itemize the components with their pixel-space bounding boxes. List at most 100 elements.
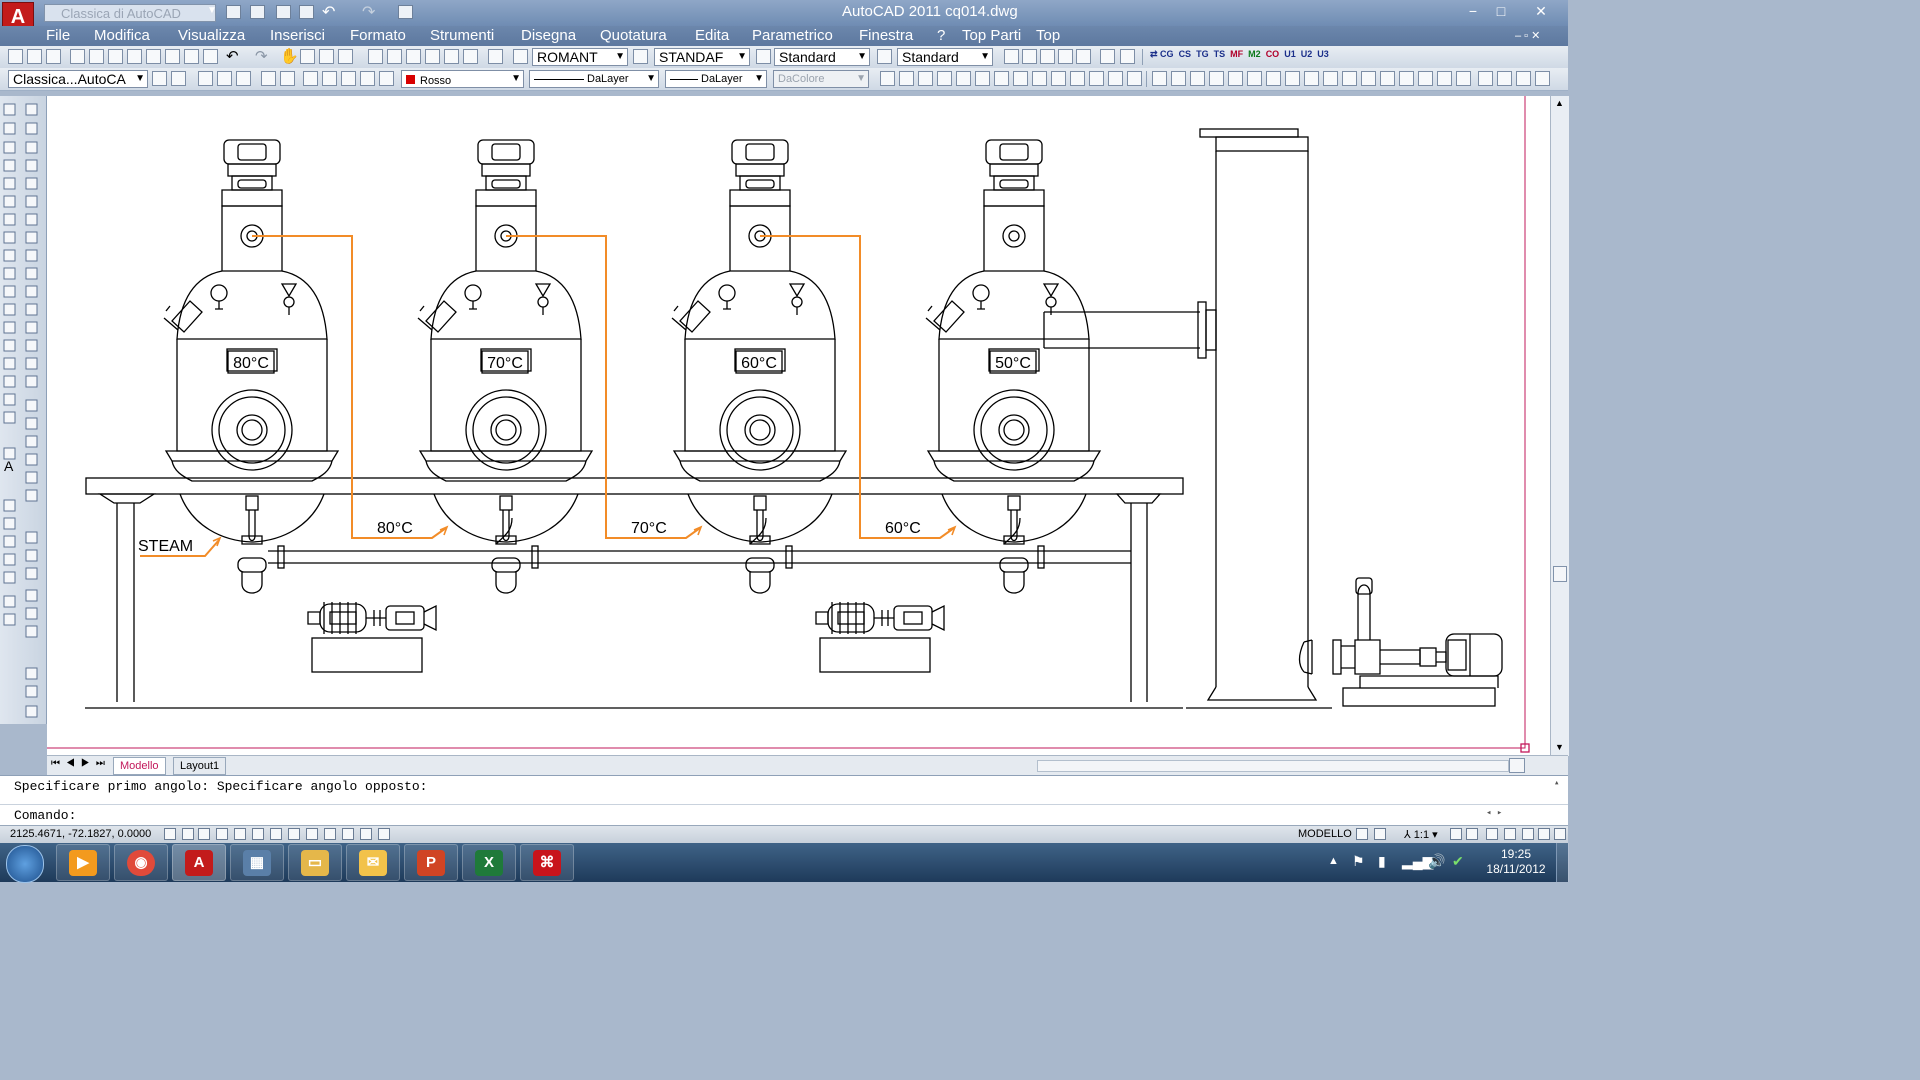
tab-navigation-arrows[interactable]: ⏮◀▶⏭ <box>51 758 111 769</box>
quickcalc-icon[interactable] <box>463 49 478 64</box>
publish-icon[interactable] <box>108 49 123 64</box>
cmd-u1[interactable]: U1 <box>1284 49 1296 59</box>
mdi-controls[interactable]: – ▫ ✕ <box>1515 29 1540 42</box>
view-icon-7[interactable] <box>1120 49 1135 64</box>
start-button-icon[interactable] <box>6 845 44 883</box>
open-icon[interactable] <box>27 49 42 64</box>
redo-icon[interactable]: ↷ <box>362 2 375 22</box>
modify-icon-6[interactable] <box>975 71 990 86</box>
paste-icon[interactable] <box>165 49 180 64</box>
action-center-flag-icon[interactable]: ⚑ <box>1352 853 1365 870</box>
cmd-ts[interactable]: TS <box>1214 49 1226 59</box>
modify-icon-2[interactable] <box>899 71 914 86</box>
sync-icon[interactable]: ✔ <box>1452 853 1464 870</box>
snap-icon-17[interactable] <box>1456 71 1471 86</box>
lineweight-toggle-icon[interactable] <box>342 828 354 840</box>
open-file-icon[interactable] <box>250 5 265 19</box>
workspace-combo[interactable]: Classica...AutoCA ▼ <box>8 70 148 88</box>
dim-style-icon[interactable] <box>633 49 648 64</box>
drawing-canvas[interactable]: 80°C 70°C 60°C 50°C 80°C 70°C 60°C STEAM <box>47 96 1551 756</box>
modify-icon-5[interactable] <box>956 71 971 86</box>
model-space-toggle[interactable]: MODELLO <box>1298 828 1352 840</box>
layer-icon-2[interactable] <box>217 71 232 86</box>
layout2-icon[interactable] <box>1374 828 1386 840</box>
menu-top-parti[interactable]: Top Parti <box>962 27 1021 44</box>
snap-icon-11[interactable] <box>1342 71 1357 86</box>
view-icon-6[interactable] <box>1100 49 1115 64</box>
layer-icon-5[interactable] <box>280 71 295 86</box>
modify-icon-14[interactable] <box>1127 71 1142 86</box>
pan-icon[interactable]: ✋ <box>280 47 299 65</box>
modify-icon-10[interactable] <box>1051 71 1066 86</box>
taskbar-acrobat[interactable]: ⌘ <box>520 844 574 881</box>
ortho-icon[interactable] <box>216 828 228 840</box>
cmd-m2[interactable]: M2 <box>1248 49 1261 59</box>
markup-icon[interactable] <box>444 49 459 64</box>
match-properties-icon[interactable] <box>184 49 199 64</box>
taskbar-excel[interactable]: X <box>462 844 516 881</box>
show-desktop-button[interactable] <box>1556 843 1569 882</box>
snap-icon-1[interactable] <box>1152 71 1167 86</box>
cmd-u2[interactable]: U2 <box>1301 49 1313 59</box>
layer-icon-7[interactable] <box>322 71 337 86</box>
toolbar-lock-icon[interactable] <box>1504 828 1516 840</box>
plotstyle-combo[interactable]: DaColore ▼ <box>773 70 869 88</box>
taskbar-autocad[interactable]: A <box>172 844 226 881</box>
table-style-icon[interactable] <box>756 49 771 64</box>
dim-style-combo[interactable]: STANDAF ▼ <box>654 48 750 66</box>
taskbar-outlook[interactable]: ✉ <box>346 844 400 881</box>
workspace-combo-quick[interactable]: Classica di AutoCAD <box>44 4 216 22</box>
snap-icon-4[interactable] <box>1209 71 1224 86</box>
cmd-co[interactable]: CO <box>1266 49 1280 59</box>
plot-icon[interactable] <box>398 5 413 19</box>
snap-icon-20[interactable] <box>1516 71 1531 86</box>
scroll-thumb[interactable] <box>1553 566 1567 582</box>
sheet-set-icon[interactable] <box>425 49 440 64</box>
menu-file[interactable]: File <box>46 27 70 44</box>
view-icon-2[interactable] <box>1022 49 1037 64</box>
zoom-window-icon[interactable] <box>319 49 334 64</box>
snap-icon-5[interactable] <box>1228 71 1243 86</box>
undo-icon[interactable]: ↶ <box>226 47 239 65</box>
ducs-icon[interactable] <box>306 828 318 840</box>
snap-icon-3[interactable] <box>1190 71 1205 86</box>
properties-icon[interactable] <box>368 49 383 64</box>
menu-formato[interactable]: Formato <box>350 27 406 44</box>
new-icon[interactable] <box>8 49 23 64</box>
taskbar-explorer[interactable]: ▭ <box>288 844 342 881</box>
snap-icon-2[interactable] <box>1171 71 1186 86</box>
snap-icon-12[interactable] <box>1361 71 1376 86</box>
snap-icon-15[interactable] <box>1418 71 1433 86</box>
snap-icon-21[interactable] <box>1535 71 1550 86</box>
layer-icon-8[interactable] <box>341 71 356 86</box>
horizontal-scrollbar[interactable] <box>1037 760 1509 772</box>
modify-icon-3[interactable] <box>918 71 933 86</box>
vertical-scrollbar[interactable]: ▲ ▼ <box>1550 96 1569 756</box>
zoom-realtime-icon[interactable] <box>300 49 315 64</box>
command-prompt[interactable]: Comando: <box>14 808 76 823</box>
menu-finestra[interactable]: Finestra <box>859 27 913 44</box>
snap-icon-9[interactable] <box>1304 71 1319 86</box>
annotation-scale[interactable]: ⅄ 1:1 ▾ <box>1404 828 1438 841</box>
show-hidden-icons[interactable]: ▲ <box>1328 855 1339 867</box>
layer-icon-9[interactable] <box>360 71 375 86</box>
cut-icon[interactable] <box>127 49 142 64</box>
menu-quotatura[interactable]: Quotatura <box>600 27 667 44</box>
layer-icon-10[interactable] <box>379 71 394 86</box>
annotation-visibility-icon[interactable] <box>1450 828 1462 840</box>
layer-icon-4[interactable] <box>261 71 276 86</box>
table-style-combo[interactable]: Standard ▼ <box>774 48 870 66</box>
snap-mode-icon[interactable] <box>182 828 194 840</box>
hardware-acceleration-icon[interactable] <box>1522 828 1534 840</box>
view-icon-4[interactable] <box>1058 49 1073 64</box>
cmd-cg[interactable]: CG <box>1160 49 1174 59</box>
osnap-icon[interactable] <box>252 828 264 840</box>
cmd-scroll-arrows[interactable]: ◂ ▸ <box>1486 808 1502 818</box>
dyn-icon[interactable] <box>324 828 336 840</box>
color-combo[interactable]: Rosso ▼ <box>401 70 524 88</box>
mleader-style-combo[interactable]: Standard ▼ <box>897 48 993 66</box>
maximize-button[interactable]: □ <box>1488 2 1514 20</box>
quick-properties-icon[interactable] <box>378 828 390 840</box>
modify-icon-11[interactable] <box>1070 71 1085 86</box>
new-file-icon[interactable] <box>226 5 241 19</box>
